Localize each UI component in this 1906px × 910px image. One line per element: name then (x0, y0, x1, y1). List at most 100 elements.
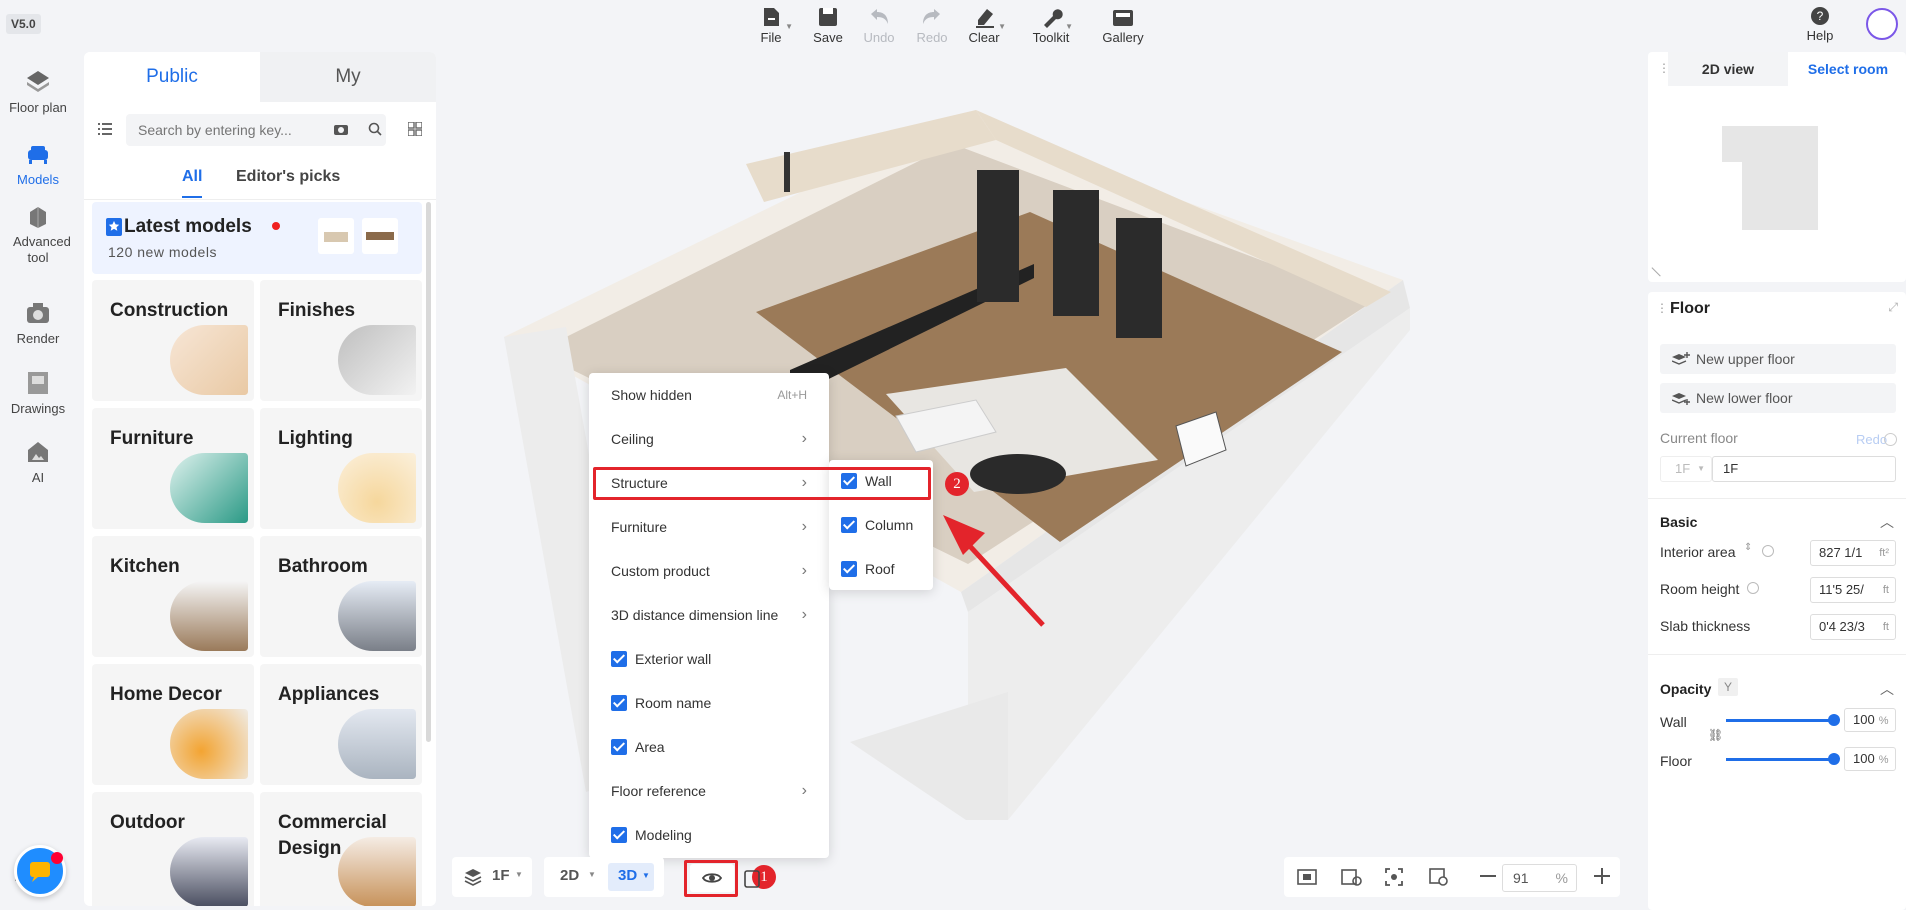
view-3d-button[interactable]: 3D ▼ (608, 863, 654, 891)
menu-item-modeling[interactable]: Modeling (589, 815, 829, 855)
rail-item-ai[interactable]: AI (0, 438, 76, 485)
new-lower-floor-button[interactable]: New lower floor (1660, 383, 1896, 413)
interior-area-value[interactable]: 827 1/1 ft² (1810, 540, 1896, 566)
wall-opacity-input[interactable]: 100% (1844, 708, 1896, 732)
help-button[interactable]: ? Help (1800, 4, 1840, 43)
tab-public[interactable]: Public (84, 52, 260, 102)
chat-button[interactable] (14, 845, 66, 897)
category-kitchen[interactable]: Kitchen (92, 536, 254, 657)
floor-opacity-input[interactable]: 100% (1844, 747, 1896, 771)
zoom-area-icon[interactable] (1428, 867, 1450, 887)
menu-item-custom-product[interactable]: Custom product › (589, 551, 829, 591)
slab-thickness-value[interactable]: 0'4 23/3 ft (1810, 614, 1896, 640)
checkbox-checked[interactable] (611, 827, 627, 843)
checkbox-checked[interactable] (841, 561, 857, 577)
avatar[interactable] (1866, 8, 1898, 40)
grid-view-icon[interactable] (408, 122, 422, 136)
new-upper-floor-button[interactable]: New upper floor (1660, 344, 1896, 374)
menu-item-ceiling[interactable]: Ceiling › (589, 419, 829, 459)
checkbox-checked[interactable] (611, 739, 627, 755)
room-height-value[interactable]: 11'5 25/ ft (1810, 577, 1896, 603)
tab-editors-picks[interactable]: Editor's picks (236, 168, 340, 186)
menu-item-room-name[interactable]: Room name (589, 683, 829, 723)
category-bathroom[interactable]: Bathroom (260, 536, 422, 657)
floor-opacity-label: Floor (1660, 753, 1692, 769)
link-icon[interactable]: ⛓ (1708, 728, 1723, 742)
rail-item-advanced-tool[interactable]: Advanced tool (0, 202, 76, 266)
view-2d-button[interactable]: 2D (560, 867, 579, 884)
tab-select-room[interactable]: Select room (1788, 52, 1906, 86)
advanced-tool-icon (30, 207, 46, 228)
expand-icon[interactable]: ⤢ (1888, 300, 1898, 315)
checkbox-checked[interactable] (611, 695, 627, 711)
checkbox-checked[interactable] (841, 517, 857, 533)
submenu-item-wall[interactable]: Wall (841, 473, 892, 489)
category-outdoor[interactable]: Outdoor (92, 792, 254, 906)
floor-name-input[interactable]: 1F (1712, 456, 1896, 482)
menu-item-exterior-wall[interactable]: Exterior wall (589, 639, 829, 679)
toolkit-button[interactable]: Toolkit ▼ (1023, 4, 1079, 45)
category-furniture[interactable]: Furniture (92, 408, 254, 529)
category-commercial-design[interactable]: Commercial Design (260, 792, 422, 906)
menu-item-label: Show hidden (611, 387, 692, 403)
menu-item-3d-dimension-line[interactable]: 3D distance dimension line › (589, 595, 829, 635)
floor-switcher[interactable]: 1F ▼ (452, 857, 532, 897)
redo-button[interactable]: Redo (904, 4, 960, 45)
camera-search-icon[interactable] (334, 123, 348, 135)
unit-text: ft (1882, 584, 1889, 596)
rail-item-render[interactable]: Render (0, 299, 76, 346)
tab-2d-view[interactable]: 2D view (1668, 52, 1788, 86)
file-button[interactable]: File ▼ (743, 4, 799, 45)
value-text: 827 1/1 (1819, 545, 1863, 560)
chevron-up-icon[interactable]: ︿ (1880, 512, 1894, 532)
search-icon[interactable] (368, 122, 382, 136)
wall-opacity-slider[interactable] (1726, 710, 1842, 730)
rail-item-models[interactable]: Models (0, 140, 76, 187)
category-finishes[interactable]: Finishes (260, 280, 422, 401)
chevron-up-icon[interactable]: ︿ (1880, 679, 1894, 699)
list-view-icon[interactable] (98, 123, 112, 135)
zoom-in-icon[interactable] (1594, 868, 1610, 884)
zoom-out-icon[interactable] (1480, 875, 1496, 877)
slider-knob[interactable] (1828, 714, 1840, 726)
drag-handle-icon[interactable]: ⋮ (1656, 301, 1668, 315)
redo-link[interactable]: Redo (1856, 432, 1887, 447)
undo-button[interactable]: Undo (851, 4, 907, 45)
floor-plan-thumbnail[interactable] (1722, 126, 1822, 234)
floor-select[interactable]: 1F ▼ (1660, 456, 1712, 482)
save-button[interactable]: Save (800, 4, 856, 45)
view-settings-icon[interactable] (1340, 867, 1362, 887)
focus-icon[interactable] (1384, 867, 1404, 887)
gallery-label: Gallery (1102, 30, 1144, 45)
visibility-eye-button[interactable] (690, 864, 734, 892)
category-lighting[interactable]: Lighting (260, 408, 422, 529)
library-scrollbar[interactable] (426, 202, 431, 742)
menu-item-floor-reference[interactable]: Floor reference › (589, 771, 829, 811)
gallery-button[interactable]: Gallery (1095, 4, 1151, 45)
submenu-item-column[interactable]: Column (841, 517, 913, 533)
clear-button[interactable]: Clear ▼ (956, 4, 1012, 45)
zoom-level-input[interactable]: 91 % (1502, 864, 1577, 892)
floor-opacity-slider[interactable] (1726, 749, 1842, 769)
menu-item-area[interactable]: Area (589, 727, 829, 767)
resize-handle-icon[interactable] (1651, 259, 1669, 277)
section-opacity[interactable]: Opacity (1660, 681, 1711, 697)
category-home-decor[interactable]: Home Decor (92, 664, 254, 785)
section-basic[interactable]: Basic (1660, 514, 1697, 530)
tab-my[interactable]: My (260, 52, 436, 102)
menu-item-furniture[interactable]: Furniture › (589, 507, 829, 547)
rail-item-drawings[interactable]: Drawings (0, 369, 76, 416)
clipboard-icon[interactable] (744, 868, 760, 888)
fit-view-icon[interactable] (1296, 867, 1318, 887)
latest-models-banner[interactable]: Latest models 120 new models (92, 202, 422, 274)
menu-item-structure[interactable]: Structure › (589, 463, 829, 503)
slider-knob[interactable] (1828, 753, 1840, 765)
checkbox-checked[interactable] (611, 651, 627, 667)
rail-item-floor-plan[interactable]: Floor plan (0, 68, 76, 115)
menu-item-show-hidden[interactable]: Show hidden Alt+H (589, 375, 829, 415)
category-construction[interactable]: Construction (92, 280, 254, 401)
category-appliances[interactable]: Appliances (260, 664, 422, 785)
checkbox-checked[interactable] (841, 473, 857, 489)
submenu-item-roof[interactable]: Roof (841, 561, 895, 577)
tab-all[interactable]: All (182, 168, 203, 198)
